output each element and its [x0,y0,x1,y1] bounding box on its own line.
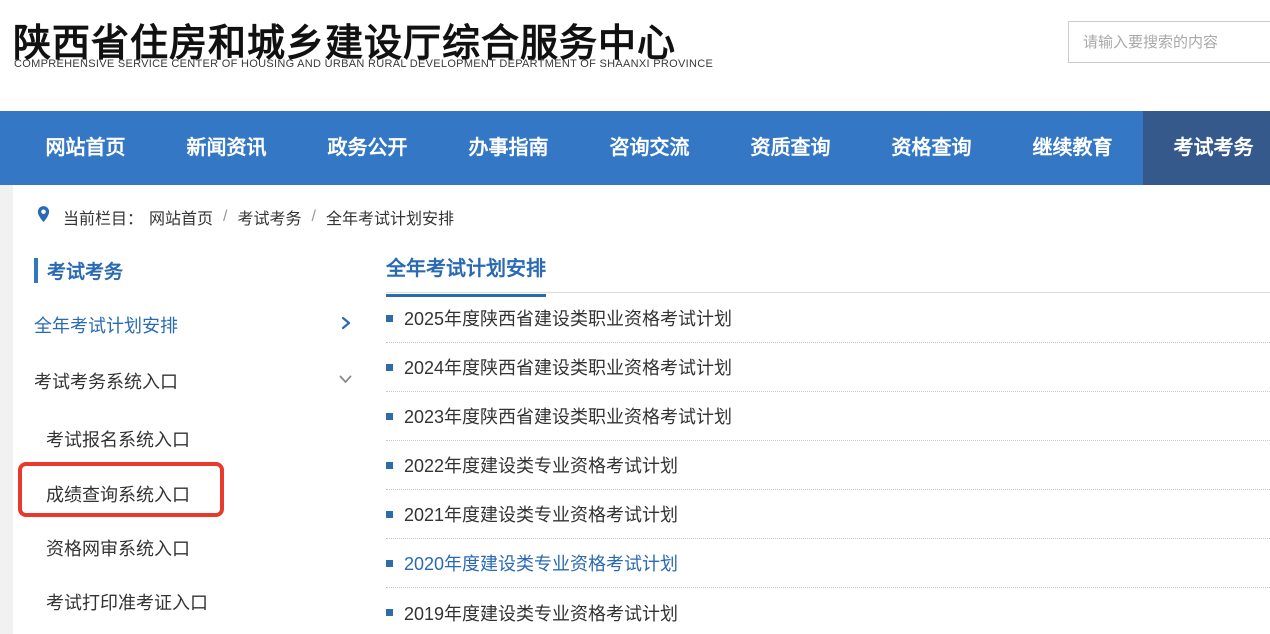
sidebar-subitem-score-query[interactable]: 成绩查询系统入口 [46,481,190,507]
chevron-right-icon [338,315,354,336]
breadcrumb-separator: / [219,208,231,226]
nav-item-gov-info[interactable]: 政务公开 [297,111,438,185]
page-background-strip [0,185,13,634]
sidebar-item-label: 考试考务系统入口 [34,368,178,394]
exam-plan-link-2021[interactable]: 2021年度建设类专业资格考试计划 [404,501,678,527]
square-bullet-icon [386,462,393,469]
sidebar-item-label: 全年考试计划安排 [34,312,178,338]
list-item[interactable]: 2019年度建设类专业资格考试计划 [386,588,1270,634]
square-bullet-icon [386,364,393,371]
list-item[interactable]: 2025年度陕西省建设类职业资格考试计划 [386,294,1270,343]
sidebar-header: 考试考务 [34,257,123,284]
site-subtitle: COMPREHENSIVE SERVICE CENTER OF HOUSING … [14,58,713,70]
page: 陕西省住房和城乡建设厅综合服务中心 COMPREHENSIVE SERVICE … [0,0,1270,634]
sidebar-subitem-print-admission-ticket[interactable]: 考试打印准考证入口 [46,589,208,615]
breadcrumb: 当前栏目： 网站首页 / 考试考务 / 全年考试计划安排 [36,205,454,229]
nav-item-service-guide[interactable]: 办事指南 [438,111,579,185]
square-bullet-icon [386,413,393,420]
square-bullet-icon [386,511,393,518]
exam-plan-link-2025[interactable]: 2025年度陕西省建设类职业资格考试计划 [404,305,732,331]
breadcrumb-prefix: 当前栏目： [63,205,143,229]
nav-item-exams[interactable]: 考试考务 [1143,111,1270,185]
square-bullet-icon [386,560,393,567]
sidebar-item-annual-exam-plan[interactable]: 全年考试计划安排 [34,312,354,338]
exam-plan-list: 2025年度陕西省建设类职业资格考试计划 2024年度陕西省建设类职业资格考试计… [386,294,1270,634]
exam-plan-link-2019[interactable]: 2019年度建设类专业资格考试计划 [404,600,678,626]
nav-item-qualification-personal[interactable]: 资格查询 [861,111,1002,185]
nav-item-continuing-education[interactable]: 继续教育 [1002,111,1143,185]
list-item[interactable]: 2023年度陕西省建设类职业资格考试计划 [386,392,1270,441]
list-item[interactable]: 2020年度建设类专业资格考试计划 [386,539,1270,588]
sidebar-header-label: 考试考务 [47,257,123,284]
sidebar-item-exam-systems[interactable]: 考试考务系统入口 [34,368,354,394]
breadcrumb-separator: / [308,208,320,226]
list-item[interactable]: 2022年度建设类专业资格考试计划 [386,441,1270,490]
chevron-down-icon [337,371,354,392]
sidebar-header-accent-bar [34,258,38,283]
nav-item-news[interactable]: 新闻资讯 [156,111,297,185]
breadcrumb-annual-plan[interactable]: 全年考试计划安排 [326,205,454,229]
search-input[interactable] [1068,21,1270,63]
exam-plan-link-2022[interactable]: 2022年度建设类专业资格考试计划 [404,452,678,478]
square-bullet-icon [386,609,393,616]
exam-plan-link-2023[interactable]: 2023年度陕西省建设类职业资格考试计划 [404,403,732,429]
sidebar-subitem-qualification-review[interactable]: 资格网审系统入口 [46,535,190,561]
nav-item-qualification-enterprise[interactable]: 资质查询 [720,111,861,185]
exam-plan-link-2020[interactable]: 2020年度建设类专业资格考试计划 [404,550,678,576]
breadcrumb-home[interactable]: 网站首页 [149,205,213,229]
main-nav: 网站首页 新闻资讯 政务公开 办事指南 咨询交流 资质查询 资格查询 继续教育 … [0,111,1270,185]
square-bullet-icon [386,315,393,322]
page-title: 全年考试计划安排 [386,252,546,297]
list-item[interactable]: 2024年度陕西省建设类职业资格考试计划 [386,343,1270,392]
site-header: 陕西省住房和城乡建设厅综合服务中心 COMPREHENSIVE SERVICE … [0,0,1270,111]
nav-item-consultation[interactable]: 咨询交流 [579,111,720,185]
sidebar-subitem-exam-registration[interactable]: 考试报名系统入口 [46,426,190,452]
exam-plan-link-2024[interactable]: 2024年度陕西省建设类职业资格考试计划 [404,354,732,380]
breadcrumb-exams[interactable]: 考试考务 [237,205,301,229]
location-pin-icon [36,205,51,229]
nav-item-home[interactable]: 网站首页 [15,111,156,185]
list-item[interactable]: 2021年度建设类专业资格考试计划 [386,490,1270,539]
